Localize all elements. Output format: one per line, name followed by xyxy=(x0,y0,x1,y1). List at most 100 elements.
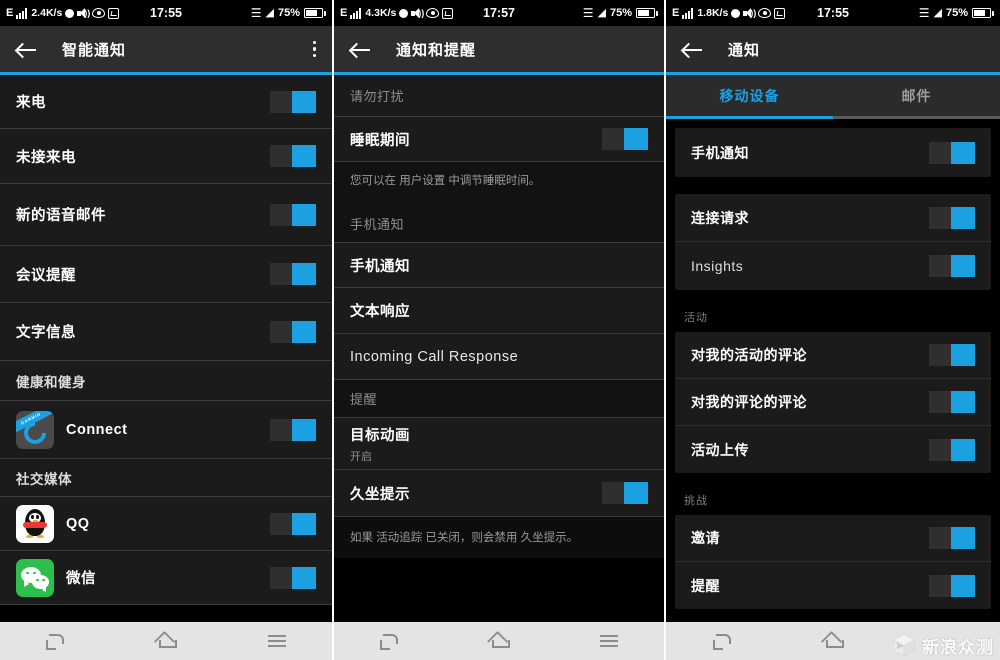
row-label: 手机通知 xyxy=(691,144,749,161)
row-label: 邀请 xyxy=(691,530,720,546)
toggle-switch[interactable] xyxy=(270,203,316,226)
tab-email[interactable]: 邮件 xyxy=(833,75,1000,119)
battery-icon xyxy=(636,8,658,18)
nav-home-button[interactable] xyxy=(136,622,196,660)
row-label: 微信 xyxy=(66,571,96,587)
list-item[interactable]: 活动上传 xyxy=(675,426,991,473)
phone-panel-3: E 1.8K/s )) 17:55 ☰ ◢ 75% 通知 移动设备 邮件 手机通… xyxy=(666,0,1000,660)
toggle-switch[interactable] xyxy=(270,263,316,285)
list-item[interactable]: GARMIN Connect xyxy=(0,401,332,459)
nav-back-button[interactable] xyxy=(692,622,752,660)
nav-menu-button[interactable] xyxy=(579,622,639,660)
back-arrow-icon[interactable] xyxy=(14,36,40,62)
list-item[interactable]: Insights xyxy=(675,242,991,290)
list-item[interactable]: 邀请 xyxy=(675,515,991,562)
toggle-switch[interactable] xyxy=(929,527,975,549)
toggle-switch[interactable] xyxy=(270,320,316,343)
status-left-2: E 4.3K/s )) xyxy=(340,7,454,19)
list-item[interactable]: 来电 xyxy=(0,75,332,129)
list-item[interactable]: 对我的评论的评论 xyxy=(675,379,991,426)
list-item[interactable]: Incoming Call Response xyxy=(334,334,664,380)
signal-bars-icon xyxy=(350,7,362,19)
wechat-icon xyxy=(16,558,54,597)
tab-bar: 移动设备 邮件 xyxy=(666,75,1000,119)
list-item[interactable]: 会议提醒 xyxy=(0,246,332,303)
list-item[interactable]: 文字信息 xyxy=(0,303,332,361)
phone-panel-2: E 4.3K/s )) 17:57 ☰ ◢ 75% 通知和提醒 请勿打扰 睡眠期… xyxy=(334,0,666,660)
data-rate-label: 1.8K/s xyxy=(697,7,729,19)
list-content-3[interactable]: 手机通知 连接请求 Insights 活动 对我的活动的评论 对我的评论的评论 … xyxy=(666,119,1000,622)
phone-panel-1: E 2.4K/s )) 17:55 ☰ ◢ 75% 智能通知 来电 未接来电 新… xyxy=(0,0,334,660)
row-label: 久坐提示 xyxy=(350,486,410,503)
status-right-1: ☰ ◢ 75% xyxy=(251,7,326,19)
signal-bars-icon xyxy=(16,7,28,19)
row-label: 未接来电 xyxy=(16,149,76,166)
row-label: 对我的评论的评论 xyxy=(691,394,807,410)
bluetooth-icon: ☰ xyxy=(582,6,594,20)
data-rate-label: 4.3K/s xyxy=(365,7,397,19)
toggle-switch[interactable] xyxy=(270,512,316,535)
list-item[interactable]: 微信 xyxy=(0,551,332,605)
tab-mobile-device[interactable]: 移动设备 xyxy=(666,75,833,119)
toggle-switch[interactable] xyxy=(270,90,316,113)
network-type-label: E xyxy=(6,7,14,19)
nav-home-button[interactable] xyxy=(803,622,863,660)
nav-back-button[interactable] xyxy=(359,622,419,660)
back-arrow-icon[interactable] xyxy=(348,36,374,62)
dot-icon xyxy=(731,8,741,18)
nav-bar-2 xyxy=(334,622,664,660)
toggle-switch[interactable] xyxy=(929,391,975,413)
toggle-switch[interactable] xyxy=(929,574,975,597)
overflow-menu-icon[interactable] xyxy=(311,37,319,62)
battery-percent-label: 75% xyxy=(945,7,968,19)
list-item[interactable]: 连接请求 xyxy=(675,194,991,242)
action-bar-3: 通知 xyxy=(666,26,1000,72)
toggle-switch[interactable] xyxy=(929,255,975,277)
alarm-icon xyxy=(442,7,454,19)
list-item[interactable]: 未接来电 xyxy=(0,129,332,184)
row-label: 目标动画 xyxy=(350,427,410,444)
toggle-switch[interactable] xyxy=(270,566,316,589)
toggle-switch[interactable] xyxy=(929,141,975,164)
back-arrow-icon[interactable] xyxy=(680,36,706,62)
nav-back-button[interactable] xyxy=(25,622,85,660)
list-content-1[interactable]: 来电 未接来电 新的语音邮件 会议提醒 文字信息 健康和健身 GARMIN Co… xyxy=(0,75,332,622)
nav-bar-1 xyxy=(0,622,332,660)
list-item[interactable]: 对我的活动的评论 xyxy=(675,332,991,379)
eye-icon xyxy=(758,8,772,18)
tab-label: 移动设备 xyxy=(719,87,780,104)
list-item[interactable]: 睡眠期间 xyxy=(334,117,664,162)
row-label: 对我的活动的评论 xyxy=(691,347,807,363)
row-sublabel: 开启 xyxy=(350,450,372,463)
helper-text: 如果 活动追踪 已关闭，则会禁用 久坐提示。 xyxy=(334,517,664,559)
section-label: 手机通知 xyxy=(350,216,405,232)
toggle-switch[interactable] xyxy=(270,418,316,441)
alarm-icon xyxy=(774,7,786,19)
toggle-switch[interactable] xyxy=(929,344,975,366)
nav-menu-button[interactable] xyxy=(247,622,307,660)
list-item[interactable]: 目标动画 开启 xyxy=(334,418,664,470)
list-item[interactable]: 提醒 xyxy=(675,562,991,609)
bluetooth-icon: ☰ xyxy=(250,6,262,20)
list-item[interactable]: 久坐提示 xyxy=(334,470,664,517)
toggle-switch[interactable] xyxy=(270,145,316,167)
list-content-2[interactable]: 请勿打扰 睡眠期间 您可以在 用户设置 中调节睡眠时间。 手机通知 手机通知 文… xyxy=(334,75,664,622)
battery-percent-label: 75% xyxy=(277,7,300,19)
list-item[interactable]: 手机通知 xyxy=(334,243,664,288)
row-label: 来电 xyxy=(16,95,46,111)
list-item[interactable]: 文本响应 xyxy=(334,288,664,334)
toggle-switch[interactable] xyxy=(602,128,648,150)
toggle-switch[interactable] xyxy=(929,206,975,229)
battery-icon xyxy=(972,8,994,18)
section-label: 挑战 xyxy=(684,495,708,507)
settings-card: 手机通知 xyxy=(675,128,991,177)
list-item[interactable]: 手机通知 xyxy=(675,128,991,177)
toggle-switch[interactable] xyxy=(929,438,975,461)
list-item[interactable]: QQ xyxy=(0,497,332,551)
list-item[interactable]: 新的语音邮件 xyxy=(0,184,332,246)
section-label: 社交媒体 xyxy=(16,471,72,487)
toggle-switch[interactable] xyxy=(602,482,648,504)
helper-label: 您可以在 用户设置 中调节睡眠时间。 xyxy=(350,175,541,187)
section-header: 请勿打扰 xyxy=(334,75,664,117)
nav-home-button[interactable] xyxy=(469,622,529,660)
